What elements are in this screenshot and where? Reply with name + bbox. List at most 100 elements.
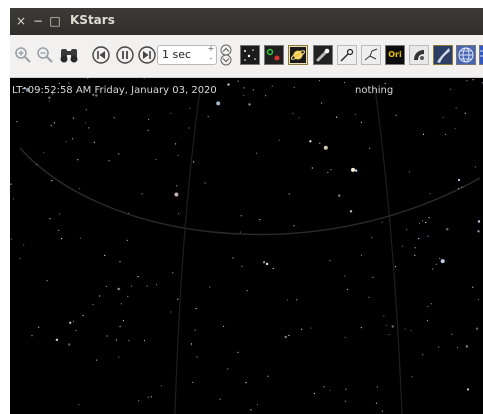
star [360, 327, 362, 329]
toggle-stars-button[interactable] [240, 45, 260, 65]
star [75, 330, 77, 332]
toggle-deep-sky-button[interactable] [264, 45, 284, 65]
close-button[interactable]: × [14, 13, 28, 29]
toggle-equatorial-grid-button[interactable] [456, 45, 476, 65]
star [87, 78, 89, 79]
star [477, 230, 480, 233]
star [23, 244, 25, 246]
star [243, 87, 245, 89]
step-forward-button[interactable] [136, 44, 158, 66]
star [148, 118, 150, 121]
star [232, 257, 234, 259]
find-object-button[interactable] [58, 44, 80, 66]
time-step-spinner[interactable]: + - [207, 44, 215, 66]
star [193, 161, 195, 163]
toggle-milky-way-button[interactable] [433, 45, 453, 65]
step-back-button[interactable] [90, 44, 112, 66]
star [296, 299, 298, 301]
star [446, 228, 449, 231]
star [196, 356, 198, 358]
star [147, 129, 149, 131]
star [237, 80, 239, 82]
star [369, 147, 371, 149]
star [177, 298, 179, 300]
star [338, 194, 341, 197]
stars-icon [244, 49, 256, 61]
star [451, 333, 453, 335]
star [262, 261, 266, 264]
planet-icon [290, 47, 306, 63]
star [418, 222, 420, 224]
maximize-button[interactable]: □ [48, 13, 62, 29]
star [461, 186, 463, 188]
star [12, 198, 14, 200]
toggle-asteroids-button[interactable] [337, 45, 357, 65]
skip-forward-icon [138, 46, 156, 64]
star [108, 160, 110, 162]
star [411, 376, 413, 378]
minimize-button[interactable]: − [31, 13, 45, 29]
star [440, 259, 445, 264]
up-down-arrows-icon [220, 44, 232, 66]
star [418, 238, 420, 240]
star [59, 213, 61, 215]
star [457, 178, 461, 182]
star [425, 221, 427, 224]
skip-back-icon [92, 46, 110, 64]
time-step-units-spinner[interactable] [217, 44, 235, 66]
star [53, 122, 56, 124]
star [414, 247, 416, 249]
star [99, 295, 101, 297]
milky-way-icon [437, 48, 450, 63]
equatorial-grid-icon [458, 47, 474, 63]
star [127, 295, 129, 297]
star [141, 193, 143, 195]
star [170, 112, 172, 114]
star [155, 284, 158, 286]
toggle-constellation-lines-button[interactable] [361, 45, 381, 65]
star [427, 235, 429, 237]
star [58, 82, 61, 84]
main-toolbar: 1 sec + - Ori [10, 35, 483, 78]
star [265, 95, 267, 97]
star [360, 254, 363, 256]
star [410, 329, 412, 331]
star [85, 109, 87, 111]
star [120, 303, 122, 305]
star [118, 153, 120, 155]
star [343, 81, 346, 84]
sky-map[interactable]: LT: 09:52:58 AM Friday, January 03, 2020… [10, 78, 483, 414]
star [250, 409, 252, 411]
star [50, 124, 52, 127]
pause-button[interactable] [114, 44, 136, 66]
star [119, 261, 121, 263]
star [194, 329, 196, 331]
star [119, 326, 121, 328]
magnifier-minus-icon [37, 47, 53, 63]
star [79, 237, 81, 239]
toggle-comets-button[interactable] [313, 45, 333, 65]
horizon-curve [19, 147, 481, 236]
zoom-in-button[interactable] [12, 44, 34, 66]
star [177, 154, 179, 156]
toggle-constellation-names-button[interactable]: Ori [385, 45, 405, 65]
zoom-out-button[interactable] [34, 44, 56, 66]
star [408, 171, 410, 173]
star [278, 139, 280, 141]
toggle-horizontal-grid-button[interactable] [479, 45, 483, 65]
star [204, 182, 206, 184]
star [82, 315, 84, 317]
star [321, 102, 323, 104]
star [330, 169, 332, 171]
star [209, 286, 211, 288]
toggle-constellation-art-button[interactable] [409, 45, 429, 65]
star [346, 288, 348, 291]
constellation-art-icon [414, 50, 424, 60]
star [349, 210, 353, 213]
star [61, 238, 63, 240]
star [345, 388, 347, 390]
star [286, 299, 288, 301]
star [385, 324, 388, 326]
toggle-solar-system-button[interactable] [288, 45, 308, 65]
star [371, 236, 373, 239]
